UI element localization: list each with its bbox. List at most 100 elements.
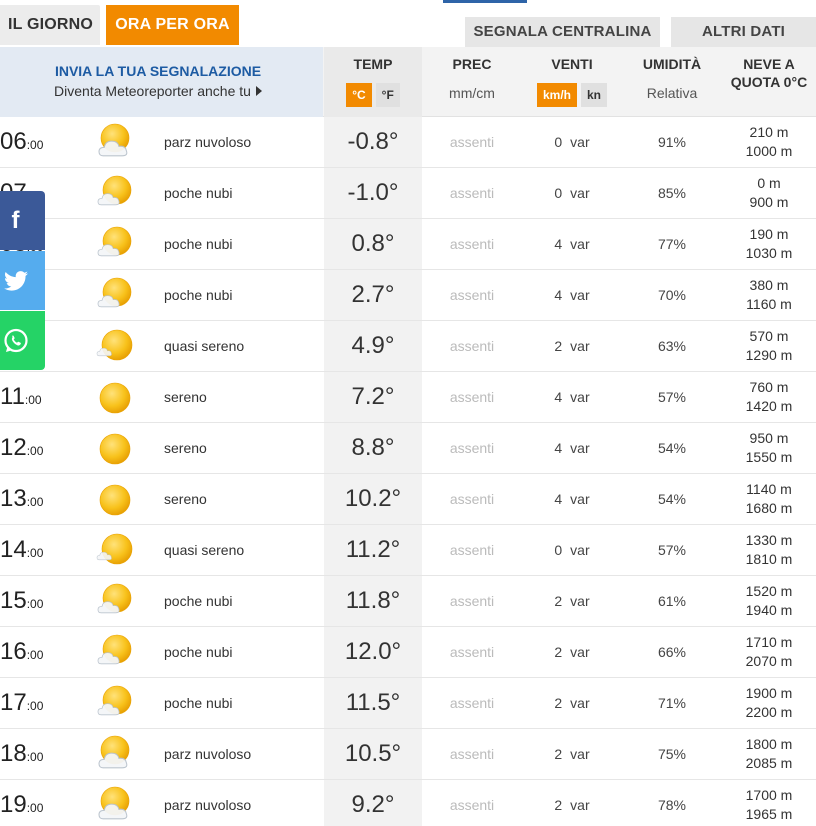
- hour-minutes: :00: [26, 138, 44, 152]
- column-venti-header: VENTI km/h kn: [522, 47, 622, 117]
- report-title: INVIA LA TUA SEGNALAZIONE: [54, 63, 262, 79]
- temperature-value: 12.0°: [344, 638, 402, 665]
- neve-header-label: NEVE A QUOTA 0°C: [722, 55, 816, 91]
- hour-cell: 11:00: [0, 372, 60, 422]
- wind-speed: 2: [554, 746, 563, 762]
- hour-minutes: :00: [26, 648, 44, 662]
- tab-ora-per-ora[interactable]: ORA PER ORA: [106, 5, 239, 45]
- wind-unit-toggle: km/h kn: [522, 83, 622, 107]
- temperature-value: -1.0°: [347, 179, 399, 206]
- temperature-value: 2.7°: [351, 281, 395, 308]
- wind-cell: 4 var: [522, 423, 622, 473]
- hour-minutes: :00: [26, 801, 44, 815]
- hour-minutes: :00: [26, 444, 44, 458]
- humidity-value: 85%: [657, 185, 687, 201]
- condition-description: sereno: [164, 440, 207, 456]
- wind-direction: var: [570, 593, 590, 609]
- hour-cell: 18:00: [0, 729, 60, 779]
- humidity-value: 78%: [657, 797, 687, 813]
- column-umidita-header: UMIDITÀ Relativa: [622, 47, 722, 117]
- sun-icon: [94, 372, 138, 422]
- wind-speed: 2: [554, 338, 563, 354]
- temperature-value: 11.8°: [345, 587, 401, 614]
- social-share-bar: f: [0, 191, 45, 370]
- humidity-value: 77%: [657, 236, 687, 252]
- facebook-share-button[interactable]: f: [0, 191, 45, 250]
- whatsapp-share-button[interactable]: [0, 311, 45, 370]
- umidita-header-label: UMIDITÀ: [642, 56, 702, 72]
- freezing-level-value: 1810 m: [745, 551, 793, 567]
- temperature-value: 8.8°: [351, 434, 395, 461]
- table-header: INVIA LA TUA SEGNALAZIONE Diventa Meteor…: [0, 47, 816, 117]
- freezing-level-value: 2200 m: [745, 704, 793, 720]
- wind-direction: var: [570, 542, 590, 558]
- hour-cell: 17:00: [0, 678, 60, 728]
- table-row: 16:00 poche nubi 12.0° assenti 2 var 66% …: [0, 627, 816, 678]
- snow-level-value: 950 m: [749, 430, 789, 446]
- hour-value: 19: [0, 791, 27, 818]
- snow-level-cell: 1710 m 2070 m: [722, 627, 816, 677]
- snow-level-value: 570 m: [749, 328, 789, 344]
- snow-level-value: 760 m: [749, 379, 789, 395]
- precipitation-value: assenti: [449, 746, 495, 762]
- precipitation-value: assenti: [449, 797, 495, 813]
- hour-value: 12: [0, 434, 27, 461]
- precipitation-value: assenti: [449, 134, 495, 150]
- humidity-value: 75%: [657, 746, 687, 762]
- wind-direction: var: [570, 746, 590, 762]
- unit-kmh-button[interactable]: km/h: [536, 83, 577, 107]
- wind-direction: var: [570, 440, 590, 456]
- humidity-value: 66%: [657, 644, 687, 660]
- humidity-value: 54%: [657, 440, 687, 456]
- snow-level-cell: 1330 m 1810 m: [722, 525, 816, 575]
- humidity-value: 91%: [657, 134, 687, 150]
- snow-level-cell: 1800 m 2085 m: [722, 729, 816, 779]
- prec-unit-label: mm/cm: [449, 85, 495, 101]
- humidity-value: 57%: [657, 542, 687, 558]
- hour-cell: 12:00: [0, 423, 60, 473]
- unit-celsius-button[interactable]: °C: [346, 83, 372, 107]
- wind-direction: var: [570, 134, 590, 150]
- wind-direction: var: [570, 185, 590, 201]
- caret-right-icon: [255, 86, 262, 96]
- wind-speed: 2: [554, 644, 563, 660]
- prec-header-label: PREC: [452, 56, 492, 72]
- wind-speed: 4: [554, 287, 563, 303]
- precipitation-value: assenti: [449, 287, 495, 303]
- hour-cell: 19:00: [0, 780, 60, 826]
- wind-cell: 2 var: [522, 678, 622, 728]
- unit-kn-button[interactable]: kn: [581, 83, 608, 107]
- snow-level-value: 1330 m: [745, 532, 793, 548]
- temperature-value: 10.2°: [344, 485, 402, 512]
- wind-speed: 4: [554, 389, 563, 405]
- wind-cell: 2 var: [522, 576, 622, 626]
- top-tab-bar: IL GIORNO ORA PER ORA SEGNALA CENTRALINA…: [0, 0, 816, 47]
- few-clouds-icon: [94, 678, 138, 728]
- table-row: 11:00 sereno 7.2° assenti 4 var 57% 760 m…: [0, 372, 816, 423]
- wind-speed: 0: [554, 185, 563, 201]
- tab-il-giorno[interactable]: IL GIORNO: [0, 5, 100, 45]
- wind-speed: 2: [554, 797, 563, 813]
- table-row: 17:00 poche nubi 11.5° assenti 2 var 71% …: [0, 678, 816, 729]
- few-clouds-icon: [94, 576, 138, 626]
- table-row: 12:00 sereno 8.8° assenti 4 var 54% 950 m…: [0, 423, 816, 474]
- wind-direction: var: [570, 236, 590, 252]
- hour-minutes: :00: [24, 393, 42, 407]
- report-banner[interactable]: INVIA LA TUA SEGNALAZIONE Diventa Meteor…: [0, 47, 323, 117]
- tab-segnala-centralina[interactable]: SEGNALA CENTRALINA: [465, 17, 660, 47]
- wind-cell: 2 var: [522, 729, 622, 779]
- humidity-value: 54%: [657, 491, 687, 507]
- unit-fahrenheit-button[interactable]: °F: [375, 83, 400, 107]
- humidity-value: 63%: [657, 338, 687, 354]
- wind-direction: var: [570, 338, 590, 354]
- wind-cell: 2 var: [522, 321, 622, 371]
- precipitation-value: assenti: [449, 695, 495, 711]
- report-subtitle: Diventa Meteoreporter anche tu: [0, 83, 316, 99]
- snow-level-cell: 570 m 1290 m: [722, 321, 816, 371]
- facebook-icon: f: [11, 206, 20, 234]
- condition-description: poche nubi: [164, 644, 233, 660]
- tab-altri-dati[interactable]: ALTRI DATI: [671, 17, 816, 47]
- condition-description: parz nuvoloso: [164, 134, 252, 150]
- twitter-share-button[interactable]: [0, 251, 45, 310]
- whatsapp-icon: [3, 328, 28, 352]
